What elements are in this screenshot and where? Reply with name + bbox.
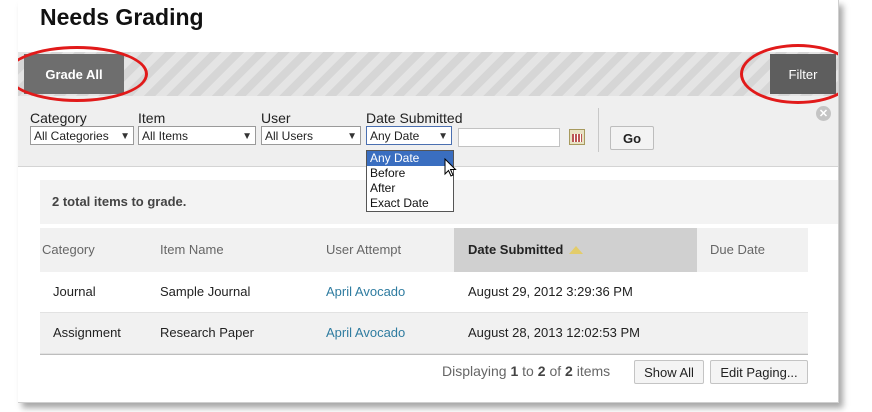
grading-table: Category Item Name User Attempt Date Sub… bbox=[40, 228, 808, 355]
user-select-value: All Users bbox=[265, 129, 314, 143]
chevron-down-icon: ▼ bbox=[438, 131, 448, 142]
action-bar: Grade All Filter bbox=[18, 52, 838, 96]
column-header-category[interactable]: Category bbox=[42, 228, 95, 272]
column-header-user-attempt[interactable]: User Attempt bbox=[326, 228, 401, 272]
date-submitted-header-label: Date Submitted bbox=[468, 242, 564, 257]
page-title: Needs Grading bbox=[40, 4, 204, 30]
filter-button[interactable]: Filter bbox=[770, 54, 836, 94]
category-select[interactable]: All Categories ▼ bbox=[30, 126, 134, 145]
user-attempt-link[interactable]: April Avocado bbox=[326, 313, 405, 353]
date-submitted-select[interactable]: Any Date ▼ bbox=[366, 126, 452, 145]
needs-grading-panel: Needs Grading Grade All Filter Category … bbox=[18, 0, 839, 403]
cell-item-name: Sample Journal bbox=[160, 284, 251, 299]
chevron-down-icon: ▼ bbox=[347, 131, 357, 142]
grade-all-button[interactable]: Grade All bbox=[24, 54, 124, 94]
calendar-icon[interactable] bbox=[569, 129, 585, 145]
date-option-after[interactable]: After bbox=[367, 181, 453, 196]
paging-of-word: of bbox=[549, 363, 562, 379]
column-header-due-date[interactable]: Due Date bbox=[710, 228, 765, 272]
cell-category: Journal bbox=[53, 284, 96, 299]
item-select[interactable]: All Items ▼ bbox=[138, 126, 256, 145]
paging-from: 1 bbox=[510, 363, 519, 379]
sort-ascending-icon bbox=[569, 245, 584, 254]
cell-date-submitted: August 28, 2013 12:02:53 PM bbox=[468, 325, 641, 340]
date-options-dropdown: Any Date Before After Exact Date bbox=[366, 150, 454, 212]
paging-displaying-word: Displaying bbox=[442, 363, 507, 379]
item-filter-label: Item bbox=[138, 110, 166, 126]
edit-paging-button[interactable]: Edit Paging... bbox=[710, 360, 808, 384]
user-attempt-link[interactable]: April Avocado bbox=[326, 272, 405, 312]
total-items-text: 2 total items to grade. bbox=[52, 194, 187, 209]
table-bottom-border bbox=[40, 354, 808, 355]
paging-to: 2 bbox=[537, 363, 546, 379]
column-header-date-submitted[interactable]: Date Submitted bbox=[454, 228, 697, 272]
date-option-exact-date[interactable]: Exact Date bbox=[367, 196, 453, 211]
user-select[interactable]: All Users ▼ bbox=[261, 126, 361, 145]
chevron-down-icon: ▼ bbox=[242, 131, 252, 142]
show-all-button[interactable]: Show All bbox=[634, 360, 704, 384]
category-filter-label: Category bbox=[30, 110, 87, 126]
mouse-cursor-icon bbox=[444, 158, 457, 177]
chevron-down-icon: ▼ bbox=[120, 131, 130, 142]
paging-status: Displaying 1 to 2 of 2 items bbox=[442, 363, 610, 379]
close-icon[interactable]: ✕ bbox=[816, 106, 831, 121]
column-header-item-name[interactable]: Item Name bbox=[160, 228, 224, 272]
item-select-value: All Items bbox=[142, 129, 189, 143]
cell-category: Assignment bbox=[53, 325, 121, 340]
date-option-before[interactable]: Before bbox=[367, 166, 453, 181]
user-filter-label: User bbox=[261, 110, 291, 126]
cell-item-name: Research Paper bbox=[160, 325, 254, 340]
table-row: Journal Sample Journal April Avocado Aug… bbox=[40, 272, 808, 313]
date-input[interactable] bbox=[458, 128, 560, 147]
paging-total: 2 bbox=[565, 363, 573, 379]
cell-date-submitted: August 29, 2012 3:29:36 PM bbox=[468, 284, 633, 299]
paging-items-word: items bbox=[576, 363, 611, 379]
table-row: Assignment Research Paper April Avocado … bbox=[40, 313, 808, 354]
date-submitted-filter-label: Date Submitted bbox=[366, 110, 463, 126]
date-option-any-date[interactable]: Any Date bbox=[367, 151, 453, 166]
category-select-value: All Categories bbox=[34, 129, 109, 143]
table-header: Category Item Name User Attempt Date Sub… bbox=[40, 228, 808, 272]
go-button[interactable]: Go bbox=[610, 126, 654, 150]
date-select-value: Any Date bbox=[370, 129, 420, 143]
divider bbox=[598, 108, 599, 152]
paging-to-word: to bbox=[522, 363, 534, 379]
